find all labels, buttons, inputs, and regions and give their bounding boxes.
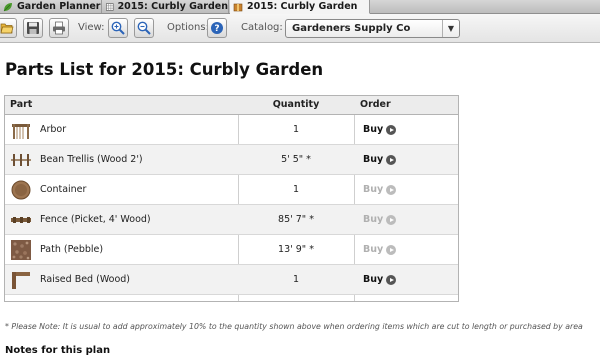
- part-name: Bean Trellis (Wood 2'): [40, 154, 143, 165]
- part-quantity: 1: [292, 124, 300, 135]
- tab-label: 2015: Curbly Garden: [117, 0, 228, 12]
- container-icon: [11, 180, 31, 200]
- part-name: Container: [40, 184, 87, 195]
- buy-button[interactable]: Buy: [363, 145, 397, 175]
- open-button[interactable]: [0, 18, 17, 38]
- view-label: View:: [78, 22, 105, 33]
- table-row: Path (Pebble) 13' 9" * Buy: [5, 235, 458, 265]
- buy-button[interactable]: Buy: [363, 265, 397, 295]
- fence-icon: [11, 217, 31, 223]
- save-button[interactable]: [23, 18, 43, 38]
- table-row: Fence (Picket, 4' Wood) 85' 7" * Buy: [5, 205, 458, 235]
- buy-label: Buy: [363, 184, 384, 195]
- part-quantity: 5' 5" *: [281, 154, 311, 165]
- part-quantity: 13' 9" *: [278, 244, 314, 255]
- table-row: Arbor 1 Buy: [5, 115, 458, 145]
- toolbar: View: Options: ? Catalog: Gardeners Supp…: [0, 14, 600, 43]
- buy-label: Buy: [363, 154, 384, 165]
- svg-text:?: ?: [214, 24, 219, 34]
- table-row: Raised Bed (Wood) 1 Buy: [5, 265, 458, 295]
- header-quantity: Quantity: [272, 99, 320, 110]
- part-quantity: 1: [292, 274, 300, 285]
- tab-garden-planner[interactable]: Garden Planner: [0, 0, 102, 13]
- tab-label: Garden Planner: [17, 0, 101, 12]
- play-arrow-icon: [386, 275, 397, 285]
- play-arrow-icon: [386, 185, 397, 195]
- page-title: Parts List for 2015: Curbly Garden: [5, 60, 324, 79]
- save-disk-icon: [27, 22, 39, 34]
- part-quantity: 1: [292, 184, 300, 195]
- table-row: Bean Trellis (Wood 2') 5' 5" * Buy: [5, 145, 458, 175]
- print-icon: [53, 21, 65, 35]
- buy-button[interactable]: Buy: [363, 205, 397, 235]
- header-order: Order: [360, 99, 391, 110]
- part-quantity: 85' 7" *: [278, 214, 314, 225]
- play-arrow-icon: [386, 215, 397, 225]
- tab-bar: Garden Planner 2015: Curbly Garden 2015:…: [0, 0, 600, 14]
- buy-label: Buy: [363, 124, 384, 135]
- pebble-path-icon: [11, 240, 31, 260]
- part-name: Fence (Picket, 4' Wood): [40, 214, 151, 225]
- tab-label: 2015: Curbly Garden: [247, 0, 358, 12]
- part-name: Raised Bed (Wood): [40, 274, 131, 285]
- part-name: Arbor: [40, 124, 67, 135]
- catalog-label: Catalog:: [241, 22, 283, 33]
- box-icon: [233, 3, 243, 11]
- grid-icon: [106, 2, 114, 11]
- leaf-icon: [3, 2, 12, 11]
- part-name: Path (Pebble): [40, 244, 104, 255]
- play-arrow-icon: [386, 245, 397, 255]
- help-button[interactable]: ?: [207, 18, 227, 38]
- buy-label: Buy: [363, 214, 384, 225]
- arbor-icon: [12, 124, 30, 139]
- parts-table: Part Quantity Order Arbor 1 Buy Bean Tre…: [4, 95, 459, 302]
- tab-parts-list[interactable]: 2015: Curbly Garden: [230, 0, 370, 14]
- catalog-value: Gardeners Supply Co: [292, 23, 411, 34]
- play-arrow-icon: [386, 125, 397, 135]
- notes-heading: Notes for this plan: [5, 345, 111, 356]
- help-icon: ?: [211, 22, 223, 34]
- play-arrow-icon: [386, 155, 397, 165]
- zoom-in-icon: [111, 21, 125, 35]
- buy-button[interactable]: Buy: [363, 235, 397, 265]
- buy-button[interactable]: Buy: [363, 175, 397, 205]
- footnote: * Please Note: It is usual to add approx…: [5, 322, 583, 331]
- zoom-out-button[interactable]: [134, 18, 154, 38]
- options-label: Options:: [167, 22, 209, 33]
- open-folder-icon: [0, 23, 14, 34]
- header-part: Part: [10, 99, 33, 110]
- table-header: Part Quantity Order: [5, 96, 458, 115]
- zoom-in-button[interactable]: [108, 18, 128, 38]
- zoom-out-icon: [137, 21, 151, 35]
- table-row: Container 1 Buy: [5, 175, 458, 205]
- catalog-select[interactable]: Gardeners Supply Co ▼: [285, 19, 460, 38]
- bean-trellis-icon: [11, 154, 31, 166]
- tab-plan-grid[interactable]: 2015: Curbly Garden: [103, 0, 229, 13]
- buy-label: Buy: [363, 244, 384, 255]
- buy-button[interactable]: Buy: [363, 115, 397, 145]
- buy-label: Buy: [363, 274, 384, 285]
- chevron-down-icon[interactable]: ▼: [442, 20, 459, 37]
- raised-bed-icon: [12, 272, 30, 289]
- print-button[interactable]: [49, 18, 69, 38]
